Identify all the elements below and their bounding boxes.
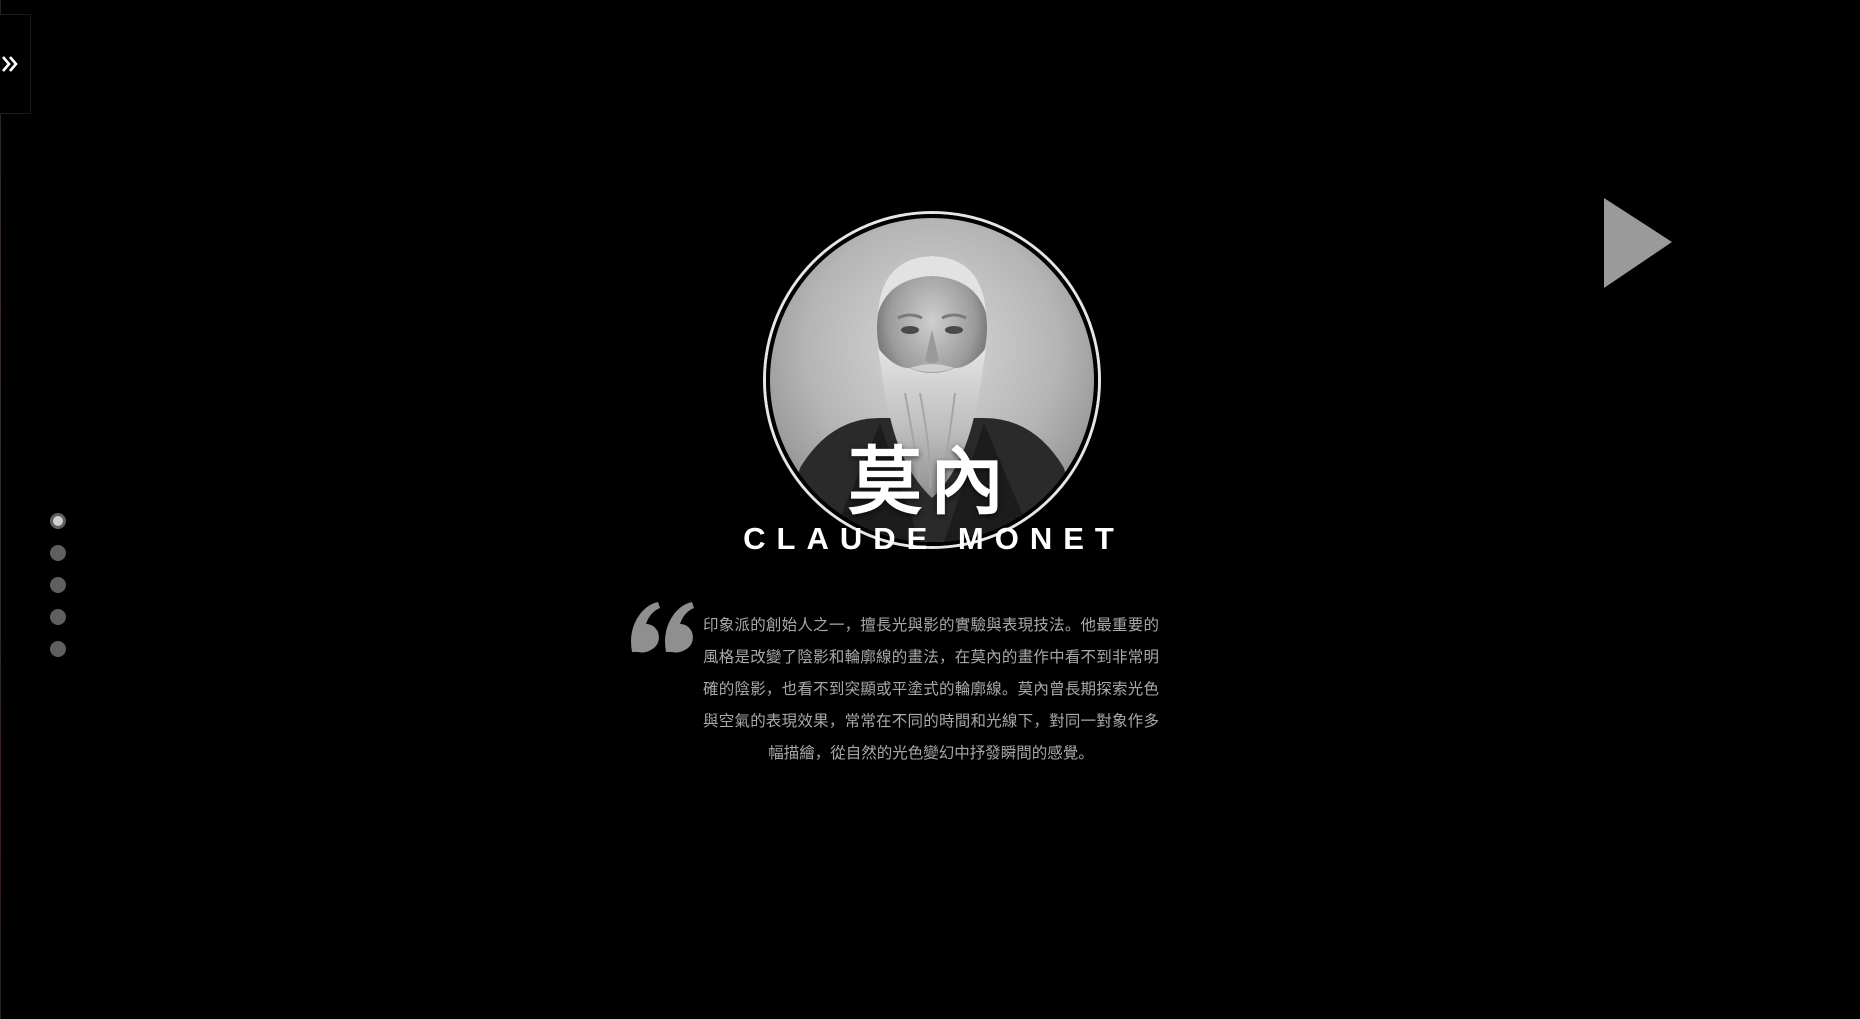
pagination-dot-3[interactable] bbox=[50, 577, 66, 593]
page: 莫內 CLAUDE MONET 印象派的創始人之一，擅長光與影的實驗與表現技法。… bbox=[0, 0, 1860, 1019]
artist-description: 印象派的創始人之一，擅長光與影的實驗與表現技法。他最重要的風格是改變了陰影和輪廓… bbox=[703, 616, 1159, 762]
artist-name-chinese: 莫內 bbox=[848, 439, 1012, 525]
double-chevron-right-icon bbox=[2, 56, 18, 72]
next-slide-button[interactable] bbox=[1600, 196, 1676, 290]
sidebar-toggle-button[interactable] bbox=[0, 14, 31, 114]
pagination-dot-5[interactable] bbox=[50, 641, 66, 657]
quote-mark-icon bbox=[628, 590, 698, 660]
artist-name-english: CLAUDE MONET bbox=[743, 521, 1125, 556]
pagination-dot-4[interactable] bbox=[50, 609, 66, 625]
play-triangle-icon bbox=[1604, 198, 1672, 288]
